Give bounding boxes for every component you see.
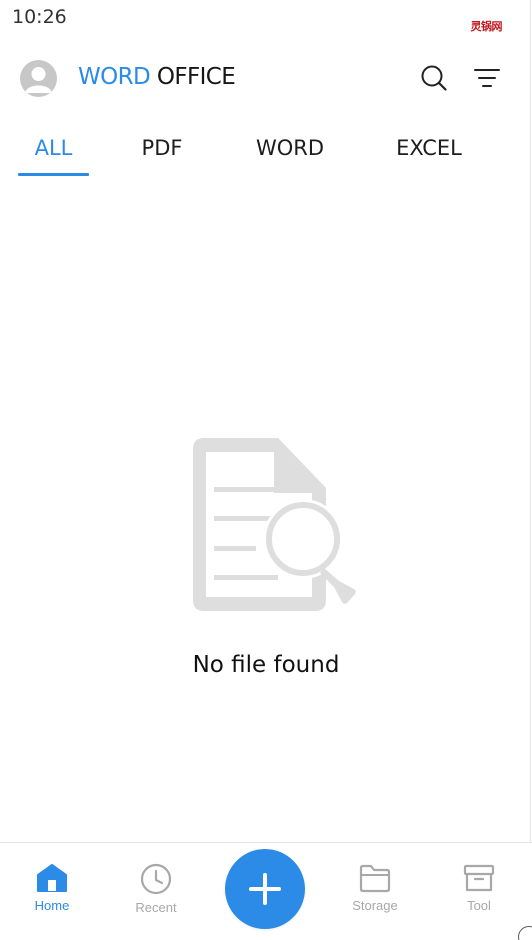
- tab-indicator: [18, 173, 89, 176]
- nav-home-label: Home: [34, 898, 70, 913]
- folder-icon: [359, 864, 391, 893]
- filter-icon: [474, 69, 500, 87]
- nav-storage-label: Storage: [352, 898, 398, 913]
- nav-storage[interactable]: Storage: [335, 863, 415, 913]
- app-title: WORD OFFICE: [78, 64, 236, 90]
- nav-tool-label: Tool: [467, 898, 491, 913]
- nav-tool[interactable]: Tool: [439, 863, 519, 913]
- document-search-icon: [190, 435, 358, 617]
- tab-excel[interactable]: EXCEL: [388, 136, 470, 160]
- clock-icon: [140, 863, 172, 895]
- archive-icon: [463, 864, 495, 892]
- corner-mark: [518, 926, 532, 940]
- filter-button[interactable]: [471, 62, 503, 94]
- tab-word[interactable]: WORD: [246, 136, 334, 160]
- bottom-navigation: Home Recent Storage Tool: [0, 842, 532, 940]
- app-title-word: WORD: [78, 64, 151, 90]
- tab-all[interactable]: ALL: [18, 136, 89, 160]
- plus-icon: [249, 873, 281, 905]
- nav-home[interactable]: Home: [12, 863, 92, 913]
- nav-recent-label: Recent: [135, 900, 177, 915]
- add-file-button[interactable]: [225, 849, 305, 929]
- app-title-office: OFFICE: [150, 64, 236, 90]
- search-button[interactable]: [418, 62, 450, 94]
- tab-pdf[interactable]: PDF: [130, 136, 194, 160]
- empty-state-message: No file found: [192, 652, 340, 678]
- edge-divider: [530, 0, 531, 940]
- avatar[interactable]: [20, 60, 57, 97]
- watermark-logo: 灵锅网: [470, 20, 503, 33]
- app-header: WORD OFFICE: [0, 48, 532, 110]
- person-icon: [25, 67, 52, 93]
- status-time: 10:26: [12, 6, 67, 28]
- status-bar: 10:26 灵锅网: [0, 0, 532, 38]
- file-type-tabs: ALL PDF WORD EXCEL: [0, 126, 532, 178]
- nav-recent[interactable]: Recent: [116, 863, 196, 915]
- search-icon: [421, 65, 447, 91]
- app-screen: 10:26 灵锅网 WORD OFFICE ALL PDF WORD EXCEL…: [0, 0, 532, 940]
- home-icon: [37, 864, 67, 892]
